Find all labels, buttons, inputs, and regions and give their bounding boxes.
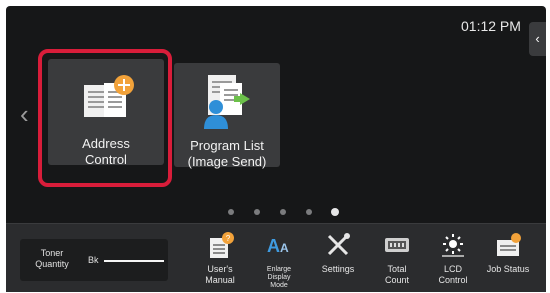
total-count-icon [385,238,409,252]
program-list-label: Program List (Image Send) [187,138,267,169]
svg-text:A: A [280,241,289,255]
svg-text:?: ? [226,234,231,243]
program-list-icon [200,73,256,136]
job-status-icon [497,233,521,256]
side-panel-tab[interactable]: ‹ [529,22,546,56]
selection-highlight [38,49,172,187]
arrow-left-icon: ‹ [20,99,29,129]
settings-button[interactable]: Settings [310,230,366,288]
bottom-bar: Toner Quantity Bk ? User's Manual A A En… [6,223,546,292]
settings-icon [327,233,350,256]
page-dot[interactable] [254,209,260,215]
total-count-button[interactable]: Total Count [369,230,425,288]
enlarge-display-icon: A A [267,236,289,256]
total-count-label: Total Count [384,264,410,285]
enlarge-display-label: Enlarge Display Mode [266,266,292,289]
page-dot[interactable] [228,209,234,215]
lcd-control-icon [442,234,464,257]
toner-color-label: Bk [88,255,99,265]
settings-label: Settings [321,264,355,274]
lcd-control-button[interactable]: LCD Control [425,230,481,288]
chevron-left-icon: ‹ [535,31,540,46]
scroll-left-arrow[interactable]: ‹ [20,101,29,127]
screen: 01:12 PM ‹ ‹ Address Control Program Lis… [0,0,550,293]
users-manual-label: User's Manual [205,264,235,285]
lcd-control-label: LCD Control [438,264,468,285]
toner-quantity-panel: Toner Quantity Bk [20,239,168,281]
page-dot[interactable] [280,209,286,215]
toner-quantity-label: Toner Quantity [35,248,69,269]
page-dot-active[interactable] [331,208,339,216]
page-dot[interactable] [306,209,312,215]
toner-level-bar [104,260,164,262]
users-manual-icon: ? [210,232,234,258]
job-status-button[interactable]: Job Status [480,230,536,288]
clock-time: 01:12 PM [461,18,521,34]
job-status-label: Job Status [486,264,530,274]
svg-text:A: A [267,236,280,256]
enlarge-display-mode-button[interactable]: A A Enlarge Display Mode [251,230,307,289]
program-list-tile[interactable]: Program List (Image Send) [174,63,280,169]
users-manual-button[interactable]: ? User's Manual [192,230,248,288]
